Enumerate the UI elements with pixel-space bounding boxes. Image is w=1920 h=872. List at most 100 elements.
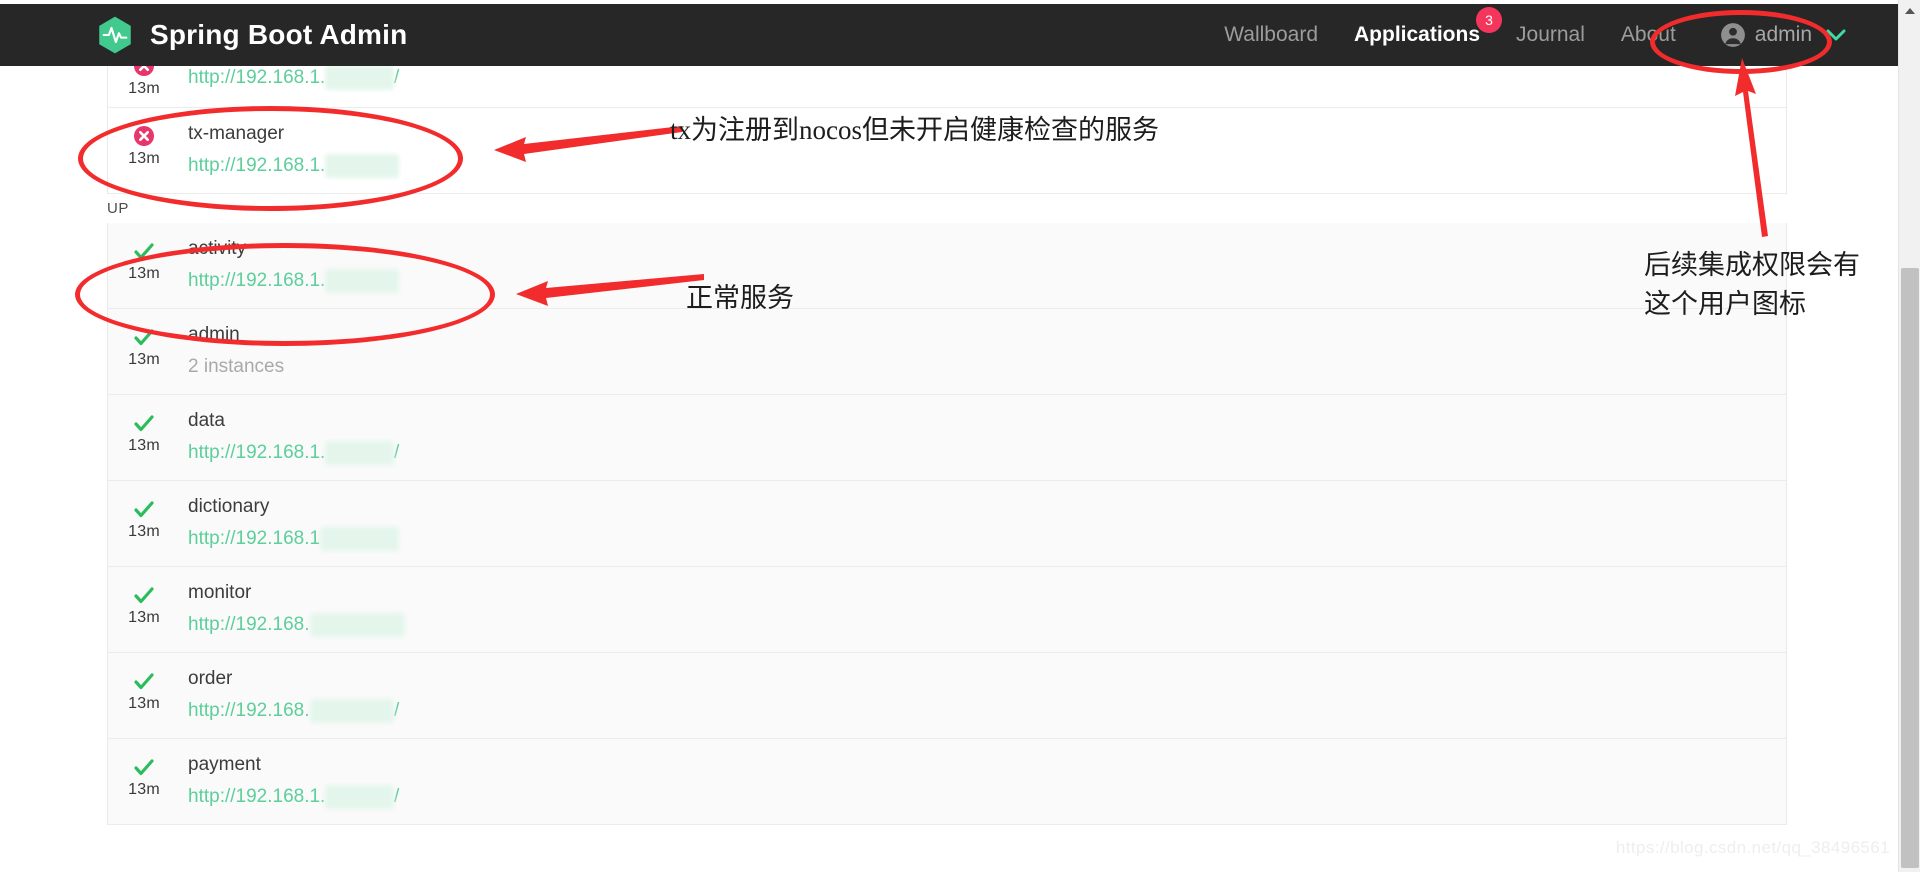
- application-row[interactable]: 13m data http://192.168.1.88:8888/: [108, 395, 1786, 481]
- status-up-icon: [132, 325, 156, 349]
- application-list: 13m tx-manager http://192.168.1.88:8888/: [107, 108, 1787, 194]
- status-age: 13m: [128, 351, 160, 368]
- url-redacted-segment: 88:8888/: [325, 154, 400, 178]
- application-details: admin 2 instances: [180, 323, 284, 379]
- application-row[interactable]: 13m monitor http://192.168.1.88:888 8/: [108, 567, 1786, 653]
- url-redacted-segment: 1.88:888 8/: [309, 613, 405, 637]
- status-up-icon: [132, 497, 156, 521]
- scrollbar-thumb[interactable]: [1901, 268, 1919, 868]
- application-name[interactable]: payment: [188, 753, 399, 777]
- application-name[interactable]: activity: [188, 237, 399, 261]
- application-url[interactable]: http://192.168.1.88:8888/: [188, 441, 399, 465]
- url-redacted-segment: 88:8888: [325, 66, 395, 90]
- application-url[interactable]: http://192.168.1.88:8888/: [188, 269, 400, 293]
- application-url[interactable]: http://192.168.1.88:8888/: [188, 699, 399, 723]
- status-column: 13m: [108, 66, 180, 98]
- application-details: activity http://192.168.1.88:8888/: [180, 237, 400, 293]
- application-name[interactable]: order: [188, 667, 399, 691]
- application-url[interactable]: http://192.168.1.88:888 8/: [188, 613, 405, 637]
- url-redacted-segment: .88:8888/: [320, 527, 400, 551]
- nav-item-about[interactable]: About: [1621, 23, 1676, 47]
- status-column: 13m: [108, 581, 180, 627]
- application-list: 13mactivityhttp://192.168.1.88:8888/13ma…: [107, 223, 1787, 825]
- url-redacted-segment: 88:8888/: [325, 269, 400, 293]
- application-name[interactable]: tx-manager: [188, 122, 399, 146]
- status-age: 13m: [128, 695, 160, 712]
- application-row[interactable]: 13m activity http://192.168.1.88:8888/: [108, 223, 1786, 309]
- application-details: tx-manager http://192.168.1.88:8888/: [180, 122, 400, 178]
- application-url[interactable]: http://192.168.1.88:8888/: [188, 527, 400, 551]
- url-suffix: /: [394, 67, 400, 88]
- application-details: monitor http://192.168.1.88:888 8/: [180, 581, 405, 637]
- url-prefix: http://192.168.1.: [188, 442, 326, 463]
- nav-item-applications[interactable]: Applications 3: [1354, 7, 1503, 47]
- url-suffix: /: [394, 442, 400, 463]
- applications-count-badge: 3: [1476, 7, 1503, 33]
- app-title: Spring Boot Admin: [150, 19, 408, 50]
- application-details: order http://192.168.1.88:8888/: [180, 667, 399, 723]
- url-prefix: http://192.168.: [188, 700, 310, 721]
- status-up-icon: [132, 755, 156, 779]
- status-age: 13m: [128, 150, 160, 167]
- scroll-up-arrow-icon[interactable]: [1899, 0, 1920, 22]
- application-details: data http://192.168.1.88:8888/: [180, 409, 399, 465]
- top-navigation-bar: Spring Boot Admin Wallboard Applications…: [0, 4, 1898, 66]
- application-details: http://192.168.1.88:8888/: [180, 66, 399, 90]
- screenshot-root: 13mhttp://192.168.1.88:8888/13mtx-manage…: [0, 0, 1920, 872]
- nav-item-journal[interactable]: Journal: [1516, 23, 1585, 47]
- application-row[interactable]: 13m http://192.168.1.88:8888/: [108, 66, 1786, 108]
- application-name[interactable]: monitor: [188, 581, 405, 605]
- application-details: payment http://192.168.1.88:8888/: [180, 753, 399, 809]
- user-circle-icon: [1720, 22, 1746, 48]
- nav-label: About: [1620, 23, 1676, 46]
- status-column: 13m: [108, 667, 180, 713]
- status-age: 13m: [128, 523, 160, 540]
- status-column: 13m: [108, 122, 180, 168]
- application-list: 13m http://192.168.1.88:8888/: [107, 66, 1787, 108]
- application-url[interactable]: http://192.168.1.88:8888/: [188, 66, 399, 90]
- status-column: 13m: [108, 495, 180, 541]
- status-column: 13m: [108, 237, 180, 283]
- user-menu[interactable]: admin: [1720, 22, 1846, 48]
- status-down-icon: [132, 124, 156, 148]
- vertical-scrollbar[interactable]: [1898, 0, 1920, 872]
- brand[interactable]: Spring Boot Admin: [94, 14, 407, 56]
- status-age: 13m: [128, 437, 160, 454]
- url-suffix: /: [394, 700, 400, 721]
- status-age: 13m: [128, 781, 160, 798]
- url-redacted-segment: 88:8888: [325, 785, 395, 809]
- status-age: 13m: [128, 80, 160, 97]
- nav-item-wallboard[interactable]: Wallboard: [1224, 23, 1318, 47]
- nav-label: Applications: [1354, 23, 1481, 46]
- user-name-label: admin: [1754, 23, 1812, 46]
- url-prefix: http://192.168.1.: [188, 270, 326, 291]
- application-name[interactable]: dictionary: [188, 495, 399, 519]
- application-row[interactable]: 13m admin 2 instances: [108, 309, 1786, 395]
- application-row[interactable]: 13m tx-manager http://192.168.1.88:8888/: [108, 108, 1786, 194]
- group-status-label: UP: [107, 200, 130, 217]
- application-row[interactable]: 13m order http://192.168.1.88:8888/: [108, 653, 1786, 739]
- status-column: 13m: [108, 753, 180, 799]
- url-prefix: http://192.168.1.: [188, 67, 326, 88]
- status-age: 13m: [128, 265, 160, 282]
- application-group: UP13mactivityhttp://192.168.1.88:8888/13…: [0, 194, 1898, 825]
- application-row[interactable]: 13m dictionary http://192.168.1.88:8888/: [108, 481, 1786, 567]
- nav-links: Wallboard Applications 3 Journal About a…: [1188, 4, 1846, 66]
- application-row[interactable]: 13m payment http://192.168.1.88:8888/: [108, 739, 1786, 825]
- applications-list-panel: 13mhttp://192.168.1.88:8888/13mtx-manage…: [0, 66, 1898, 872]
- nav-label: Wallboard: [1224, 23, 1318, 46]
- url-redacted-segment: 88:8888: [325, 441, 395, 465]
- application-url[interactable]: http://192.168.1.88:8888/: [188, 154, 400, 178]
- status-down-icon: [132, 66, 156, 78]
- application-url[interactable]: http://192.168.1.88:8888/: [188, 785, 399, 809]
- url-prefix: http://192.168.1: [188, 528, 321, 549]
- url-suffix: /: [394, 786, 400, 807]
- status-up-icon: [132, 669, 156, 693]
- url-redacted-segment: 1.88:8888: [309, 699, 395, 723]
- application-name[interactable]: data: [188, 409, 399, 433]
- application-name[interactable]: admin: [188, 323, 284, 347]
- instance-count-label: 2 instances: [188, 356, 285, 377]
- status-column: 13m: [108, 409, 180, 455]
- chevron-down-icon[interactable]: [1812, 28, 1846, 42]
- application-groups: 13mhttp://192.168.1.88:8888/13mtx-manage…: [0, 66, 1898, 825]
